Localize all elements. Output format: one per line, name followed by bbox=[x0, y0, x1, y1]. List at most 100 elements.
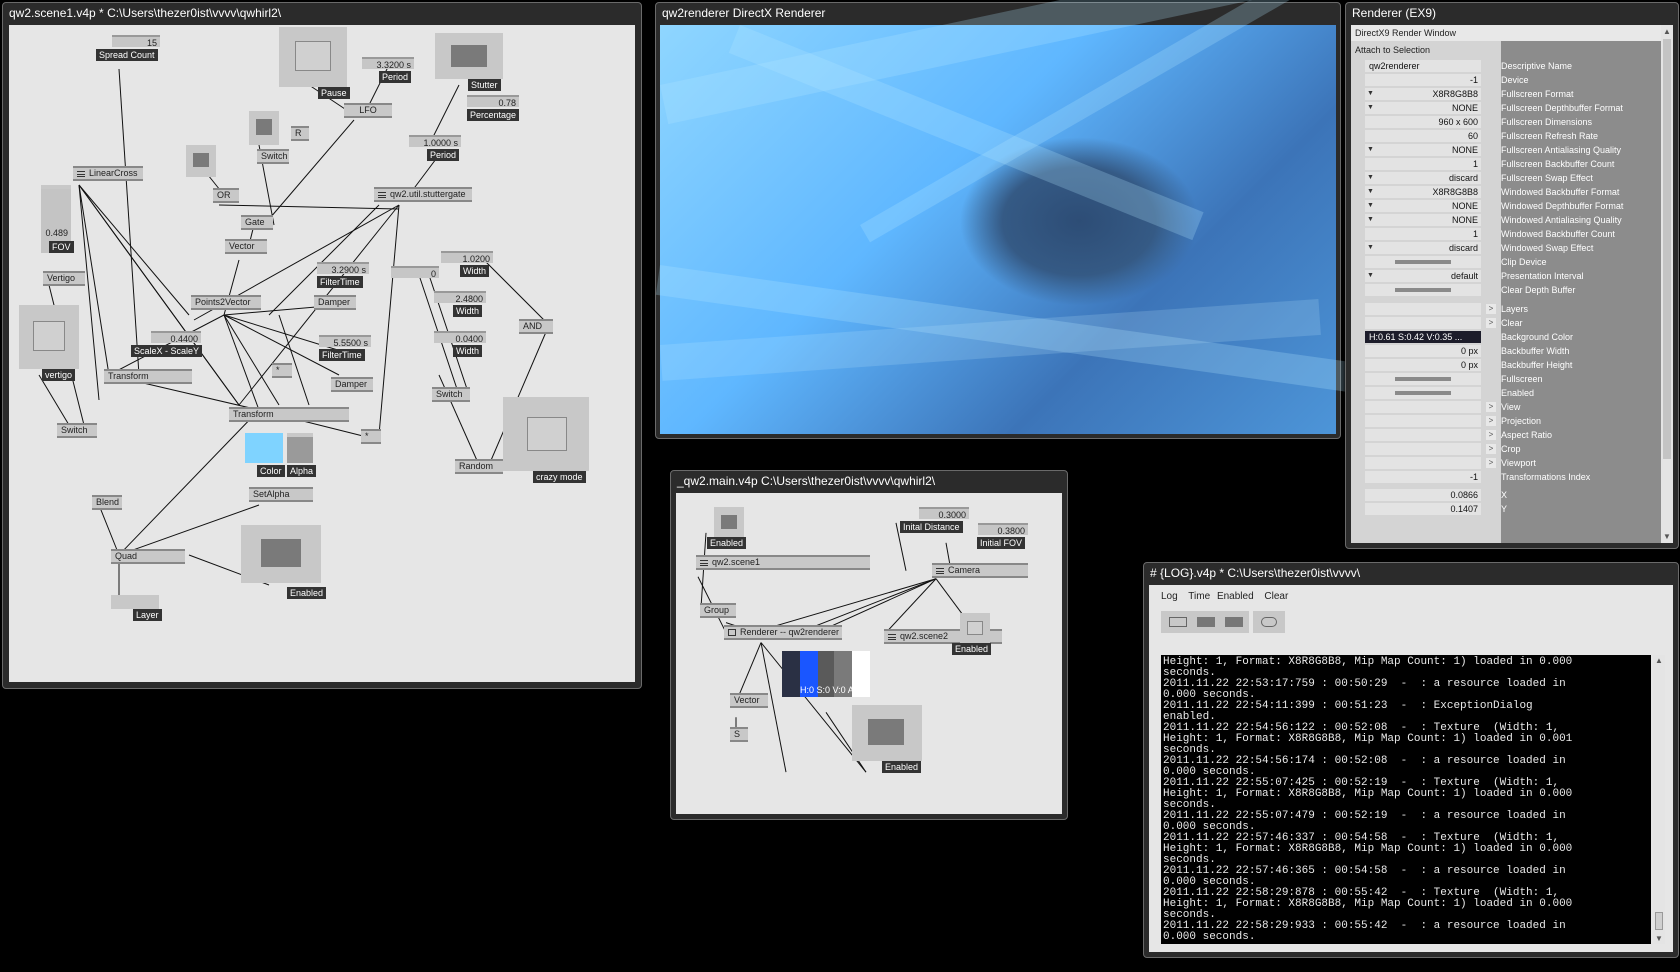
scalex-value[interactable]: 0.4400 bbox=[151, 331, 201, 344]
dropdown-icon[interactable]: ▼ bbox=[1367, 143, 1374, 157]
inspector-rows[interactable]: qw2renderer Descriptive Name -1 Device X8R8G… bbox=[1351, 59, 1673, 543]
scroll-thumb[interactable] bbox=[1663, 39, 1671, 459]
inspector-value[interactable]: 1 bbox=[1365, 228, 1481, 240]
color-swatch[interactable] bbox=[245, 433, 283, 463]
dropdown-icon[interactable]: ▼ bbox=[1367, 269, 1374, 283]
filtertime1-value[interactable]: 3.2900 s bbox=[317, 262, 369, 275]
scroll-up-icon[interactable]: ▲ bbox=[1663, 27, 1671, 36]
vertigo-node[interactable]: Vertigo bbox=[43, 271, 85, 286]
log-title[interactable]: # {LOG}.v4p * C:\Users\thezer0ist\vvvv\ bbox=[1144, 563, 1678, 583]
width2-value[interactable]: 2.4800 bbox=[434, 291, 486, 304]
inspector-value[interactable]: qw2renderer bbox=[1365, 60, 1481, 72]
initial-fov-value[interactable]: 0.3800 bbox=[978, 523, 1028, 536]
camera-node[interactable]: Camera bbox=[932, 563, 1028, 578]
inspector-row[interactable]: > Projection bbox=[1351, 414, 1661, 428]
inspector-value[interactable]: -1 bbox=[1365, 471, 1481, 483]
percentage-value[interactable]: 0.78 bbox=[467, 95, 519, 108]
inspector-row[interactable]: NONE ▼ Fullscreen Depthbuffer Format bbox=[1351, 101, 1661, 115]
attach-to-selection[interactable]: Attach to Selection bbox=[1355, 45, 1430, 55]
switch-node-3[interactable]: Switch bbox=[57, 423, 97, 438]
crazy-mode-toggle[interactable] bbox=[503, 397, 589, 471]
inspector-panel[interactable]: DirectX9 Render Window Attach to Selecti… bbox=[1351, 25, 1673, 543]
expand-icon[interactable]: > bbox=[1486, 318, 1496, 328]
inspector-row[interactable]: Clip Device bbox=[1351, 255, 1661, 269]
enabled-toggle-1[interactable] bbox=[714, 507, 744, 537]
log-menu-enabled[interactable]: Enabled bbox=[1217, 591, 1254, 602]
renderer-window[interactable]: qw2renderer DirectX Renderer bbox=[655, 0, 1354, 439]
log-toggle-log[interactable] bbox=[1169, 617, 1187, 627]
period2-value[interactable]: 1.0000 s bbox=[409, 135, 461, 148]
inspector-value[interactable] bbox=[1365, 317, 1481, 329]
spread-count-value[interactable]: 15 bbox=[112, 35, 160, 48]
inspector-value[interactable]: NONE bbox=[1365, 214, 1481, 226]
log-scroll-down-icon[interactable]: ▼ bbox=[1655, 934, 1663, 943]
dropdown-icon[interactable]: ▼ bbox=[1367, 213, 1374, 227]
switch-node-1[interactable]: Switch bbox=[257, 149, 289, 164]
scene1-canvas[interactable]: 15 Spread Count Pause 3.3200 s Period St… bbox=[9, 25, 635, 682]
inspector-row[interactable]: NONE ▼ Windowed Depthbuffer Format bbox=[1351, 199, 1661, 213]
star-node-1[interactable]: * bbox=[272, 363, 292, 378]
inspector-value[interactable]: 960 x 600 bbox=[1365, 116, 1481, 128]
main-canvas[interactable]: Enabled 0.3000 Inital Distance 0.3800 In… bbox=[676, 493, 1062, 814]
inspector-value[interactable]: X8R8G8B8 bbox=[1365, 186, 1481, 198]
inspector-value[interactable]: 0 px bbox=[1365, 359, 1481, 371]
scroll-down-icon[interactable]: ▼ bbox=[1663, 532, 1671, 541]
switch-toggle-1[interactable] bbox=[249, 111, 279, 145]
inspector-value[interactable]: default bbox=[1365, 270, 1481, 282]
inspector-row[interactable]: discard ▼ Fullscreen Swap Effect bbox=[1351, 171, 1661, 185]
or-node[interactable]: OR bbox=[213, 188, 239, 203]
width3-value[interactable]: 0.0400 bbox=[434, 331, 486, 344]
inspector-value[interactable] bbox=[1365, 401, 1481, 413]
inspector-value[interactable] bbox=[1365, 415, 1481, 427]
dropdown-icon[interactable]: ▼ bbox=[1367, 199, 1374, 213]
inspector-value[interactable]: discard bbox=[1365, 172, 1481, 184]
r-node[interactable]: R bbox=[291, 126, 309, 141]
expand-icon[interactable]: > bbox=[1486, 430, 1496, 440]
inspector-row[interactable]: Clear Depth Buffer bbox=[1351, 283, 1661, 297]
inspector-value[interactable] bbox=[1365, 303, 1481, 315]
inspector-row[interactable]: > Aspect Ratio bbox=[1351, 428, 1661, 442]
inspector-row[interactable]: Fullscreen bbox=[1351, 372, 1661, 386]
inspector-value[interactable] bbox=[1365, 443, 1481, 455]
renderer-node[interactable]: Renderer -- qw2renderer bbox=[724, 625, 842, 640]
inspector-row[interactable]: 0 px Backbuffer Height bbox=[1351, 358, 1661, 372]
scene1-patch-window[interactable]: qw2.scene1.v4p * C:\Users\thezer0ist\vvv… bbox=[2, 2, 642, 689]
inspector-value[interactable]: NONE bbox=[1365, 102, 1481, 114]
inspector-row[interactable]: NONE ▼ Windowed Antialiasing Quality bbox=[1351, 213, 1661, 227]
zero-value[interactable]: 0 bbox=[391, 266, 439, 279]
inspector-value[interactable]: discard bbox=[1365, 242, 1481, 254]
inspector-row[interactable]: 60 Fullscreen Refresh Rate bbox=[1351, 129, 1661, 143]
layer-pin[interactable] bbox=[111, 595, 159, 609]
log-scroll-up-icon[interactable]: ▲ bbox=[1655, 656, 1663, 665]
expand-icon[interactable]: > bbox=[1486, 458, 1496, 468]
dropdown-icon[interactable]: ▼ bbox=[1367, 241, 1374, 255]
inspector-scrollbar[interactable]: ▲ ▼ bbox=[1661, 25, 1673, 543]
expand-icon[interactable]: > bbox=[1486, 402, 1496, 412]
fov-value[interactable]: 0.489 bbox=[41, 227, 71, 239]
random-node[interactable]: Random bbox=[455, 459, 503, 474]
inspector-row[interactable]: H:0.61 S:0.42 V:0.35 ... Background Color bbox=[1351, 330, 1661, 344]
inspector-value[interactable] bbox=[1365, 284, 1481, 296]
enabled-toggle-3[interactable] bbox=[852, 705, 922, 761]
inspector-value[interactable]: NONE bbox=[1365, 144, 1481, 156]
or-toggle[interactable] bbox=[186, 145, 216, 177]
inspector-value[interactable] bbox=[1365, 373, 1481, 385]
log-scrollbar[interactable]: ▼ ▲ bbox=[1653, 655, 1665, 944]
inspector-row[interactable]: 1 Windowed Backbuffer Count bbox=[1351, 227, 1661, 241]
dropdown-icon[interactable]: ▼ bbox=[1367, 171, 1374, 185]
log-window[interactable]: # {LOG}.v4p * C:\Users\thezer0ist\vvvv\ … bbox=[1143, 562, 1679, 958]
inspector-value[interactable]: 0.1407 bbox=[1365, 503, 1481, 515]
dropdown-icon[interactable]: ▼ bbox=[1367, 101, 1374, 115]
expand-icon[interactable]: > bbox=[1486, 444, 1496, 454]
expand-icon[interactable]: > bbox=[1486, 416, 1496, 426]
quad-node[interactable]: Quad bbox=[111, 549, 185, 564]
points2vector-node[interactable]: Points2Vector bbox=[191, 295, 261, 310]
linearcross-node[interactable]: LinearCross bbox=[73, 166, 143, 181]
inspector-value[interactable] bbox=[1365, 256, 1481, 268]
expand-icon[interactable]: > bbox=[1486, 304, 1496, 314]
dropdown-icon[interactable]: ▼ bbox=[1367, 87, 1374, 101]
initial-distance-value[interactable]: 0.3000 bbox=[919, 507, 969, 520]
log-toggle-time[interactable] bbox=[1197, 617, 1215, 627]
s-node[interactable]: S bbox=[730, 727, 748, 742]
inspector-value[interactable] bbox=[1365, 429, 1481, 441]
